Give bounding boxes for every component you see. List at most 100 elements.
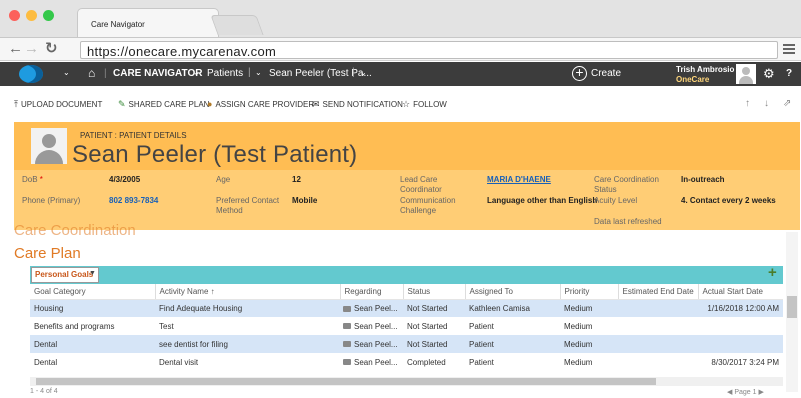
pager[interactable]: ◀ Page 1 ▶ [727, 388, 764, 396]
cell-regarding[interactable]: Sean Peel... [340, 335, 403, 353]
cell-activity-name[interactable]: see dentist for filing [155, 335, 340, 353]
app-name[interactable]: CARE NAVIGATOR [113, 68, 202, 79]
lead-care-coordinator-link[interactable]: MARIA D'HAENE [487, 175, 551, 185]
cell-regarding[interactable]: Sean Peel... [340, 317, 403, 335]
create-plus-icon[interactable]: + [572, 65, 587, 81]
app-logo-icon[interactable] [19, 65, 43, 83]
forward-icon[interactable]: → [24, 41, 39, 57]
cell-activity-name[interactable]: Find Adequate Housing [155, 299, 340, 317]
cell-priority: Medium [564, 321, 593, 331]
url-field[interactable]: https://onecare.mycarenav.com [80, 41, 778, 59]
chevron-down-icon[interactable]: ⌄ [360, 68, 367, 77]
upload-icon: ⤒ [14, 99, 18, 109]
horizontal-scrollbar[interactable] [30, 377, 783, 386]
table-row[interactable]: Housing Find Adequate Housing Sean Peel.… [30, 299, 783, 317]
assign-care-provider-button[interactable]: ● ASSIGN CARE PROVIDER [207, 99, 314, 109]
chevron-down-icon[interactable]: ⌄ [193, 68, 200, 77]
dob-value: 4/3/2005 [109, 175, 141, 184]
cell-actual-start-date: 1/16/2018 12:00 AM [698, 299, 783, 317]
dob-label: DoB * [22, 175, 43, 185]
arrow-up-icon[interactable]: ↑ [745, 98, 750, 109]
user-info[interactable]: Trish Ambrosio OneCare [676, 65, 734, 85]
cell-goal-category: Benefits and programs [34, 321, 115, 331]
chevron-right-icon[interactable]: ▶ [758, 389, 763, 396]
view-picker[interactable]: Personal Goals ▼ [31, 267, 99, 283]
create-button[interactable]: Create [591, 68, 621, 79]
patient-photo[interactable] [31, 128, 67, 164]
care-plan-grid: Goal Category Activity Name ↑ Regarding … [30, 284, 783, 371]
communication-challenge-value: Language other than English [487, 196, 598, 205]
minimize-window-icon[interactable] [26, 10, 37, 21]
care-plan-icon: ✎ [118, 99, 126, 109]
browser-tab[interactable]: Care Navigator [77, 8, 219, 38]
lead-care-coordinator-label-line1: Lead Care [400, 175, 438, 184]
column-header-activity-name[interactable]: Activity Name ↑ [154, 284, 340, 300]
send-notification-button[interactable]: ✉ SEND NOTIFICATION [312, 99, 403, 110]
chevron-left-icon[interactable]: ◀ [727, 389, 732, 396]
cell-priority: Medium [560, 335, 618, 353]
chevron-down-icon[interactable]: ⌄ [63, 68, 70, 77]
follow-label: FOLLOW [413, 100, 447, 109]
browser-menu-icon[interactable] [783, 44, 795, 54]
comm-label-line1: Communication [400, 196, 456, 205]
column-header-actual-start-date[interactable]: Actual Start Date [697, 284, 783, 300]
cell-activity-name[interactable]: Test [155, 317, 340, 335]
column-header-priority[interactable]: Priority [559, 284, 618, 300]
cell-estimated-end-date [618, 335, 698, 353]
vertical-scrollbar[interactable] [786, 232, 798, 392]
table-row[interactable]: Dental see dentist for filing Sean Peel.… [30, 335, 783, 353]
nav-area-patients[interactable]: Patients [207, 68, 243, 79]
data-last-refreshed-label: Data last refreshed [594, 217, 662, 226]
follow-button[interactable]: ☆ FOLLOW [402, 99, 447, 110]
cell-assigned-to: Patient [465, 335, 560, 353]
chevron-down-icon[interactable]: ⌄ [255, 68, 262, 77]
cell-priority: Medium [560, 299, 618, 317]
patient-header: PATIENT : PATIENT DETAILS Sean Peeler (T… [14, 122, 800, 170]
page-title: Sean Peeler (Test Patient) [72, 141, 358, 168]
table-row[interactable]: Dental Dental visit Sean Peel... Complet… [30, 353, 783, 371]
gear-icon[interactable]: ⚙ [763, 67, 775, 80]
lead-care-coordinator-value[interactable]: MARIA D'HAENE [487, 175, 551, 184]
command-bar: ⤒ UPLOAD DOCUMENT ✎ SHARED CARE PLAN ● ASSI… [0, 86, 801, 120]
upload-document-label: UPLOAD DOCUMENT [20, 100, 103, 109]
column-header-assigned-to[interactable]: Assigned To [464, 284, 560, 300]
age-label: Age [216, 175, 231, 184]
home-icon[interactable]: ⌂ [88, 66, 95, 80]
vertical-scroll-thumb[interactable] [787, 296, 797, 318]
cell-status: Not Started [407, 321, 448, 331]
table-row[interactable]: Benefits and programs Test Sean Peel... … [30, 317, 783, 335]
cell-regarding[interactable]: Sean Peel... [340, 353, 403, 371]
browser-tab-title: Care Navigator [91, 20, 145, 29]
close-window-icon[interactable] [9, 10, 20, 21]
shared-care-plan-button[interactable]: ✎ SHARED CARE PLAN [118, 99, 209, 110]
star-icon: ☆ [402, 99, 411, 109]
horizontal-scroll-thumb[interactable] [36, 378, 656, 385]
upload-document-button[interactable]: ⤒ UPLOAD DOCUMENT [14, 99, 102, 110]
column-header-goal-category[interactable]: Goal Category [30, 284, 155, 300]
back-icon[interactable]: ← [8, 41, 23, 57]
column-header-status[interactable]: Status [402, 284, 465, 300]
cell-activity-name[interactable]: Dental visit [155, 353, 340, 371]
avatar[interactable] [736, 64, 756, 84]
arrow-down-icon[interactable]: ↓ [764, 98, 769, 109]
maximize-window-icon[interactable] [43, 10, 54, 21]
column-header-estimated-end-date[interactable]: Estimated End Date [617, 284, 698, 300]
cell-estimated-end-date [618, 353, 698, 371]
ccs-label-line2: Status [594, 185, 617, 194]
cell-regarding[interactable]: Sean Peel... [340, 299, 403, 317]
phone-value[interactable]: 802 893-7834 [109, 196, 158, 206]
new-tab-button[interactable] [210, 15, 264, 35]
age-value: 12 [292, 175, 301, 184]
dob-label-text: DoB [22, 175, 38, 184]
add-record-icon[interactable]: + [768, 264, 777, 281]
help-icon[interactable]: ? [786, 68, 792, 79]
column-header-regarding[interactable]: Regarding [339, 284, 403, 300]
cell-assigned-to: Kathleen Camisa [465, 299, 560, 317]
expand-icon[interactable]: ⇗ [783, 98, 791, 109]
nav-record[interactable]: Sean Peeler (Test Pa... [269, 68, 372, 79]
phone-label: Phone (Primary) [22, 196, 81, 205]
cell-goal-category: Dental [34, 357, 58, 367]
cell-status: Completed [407, 357, 446, 367]
reload-icon[interactable]: ↻ [45, 41, 58, 57]
app-nav-bar: ⌄ ⌂ | CARE NAVIGATOR ⌄ Patients | ⌄ Sean… [0, 62, 801, 86]
